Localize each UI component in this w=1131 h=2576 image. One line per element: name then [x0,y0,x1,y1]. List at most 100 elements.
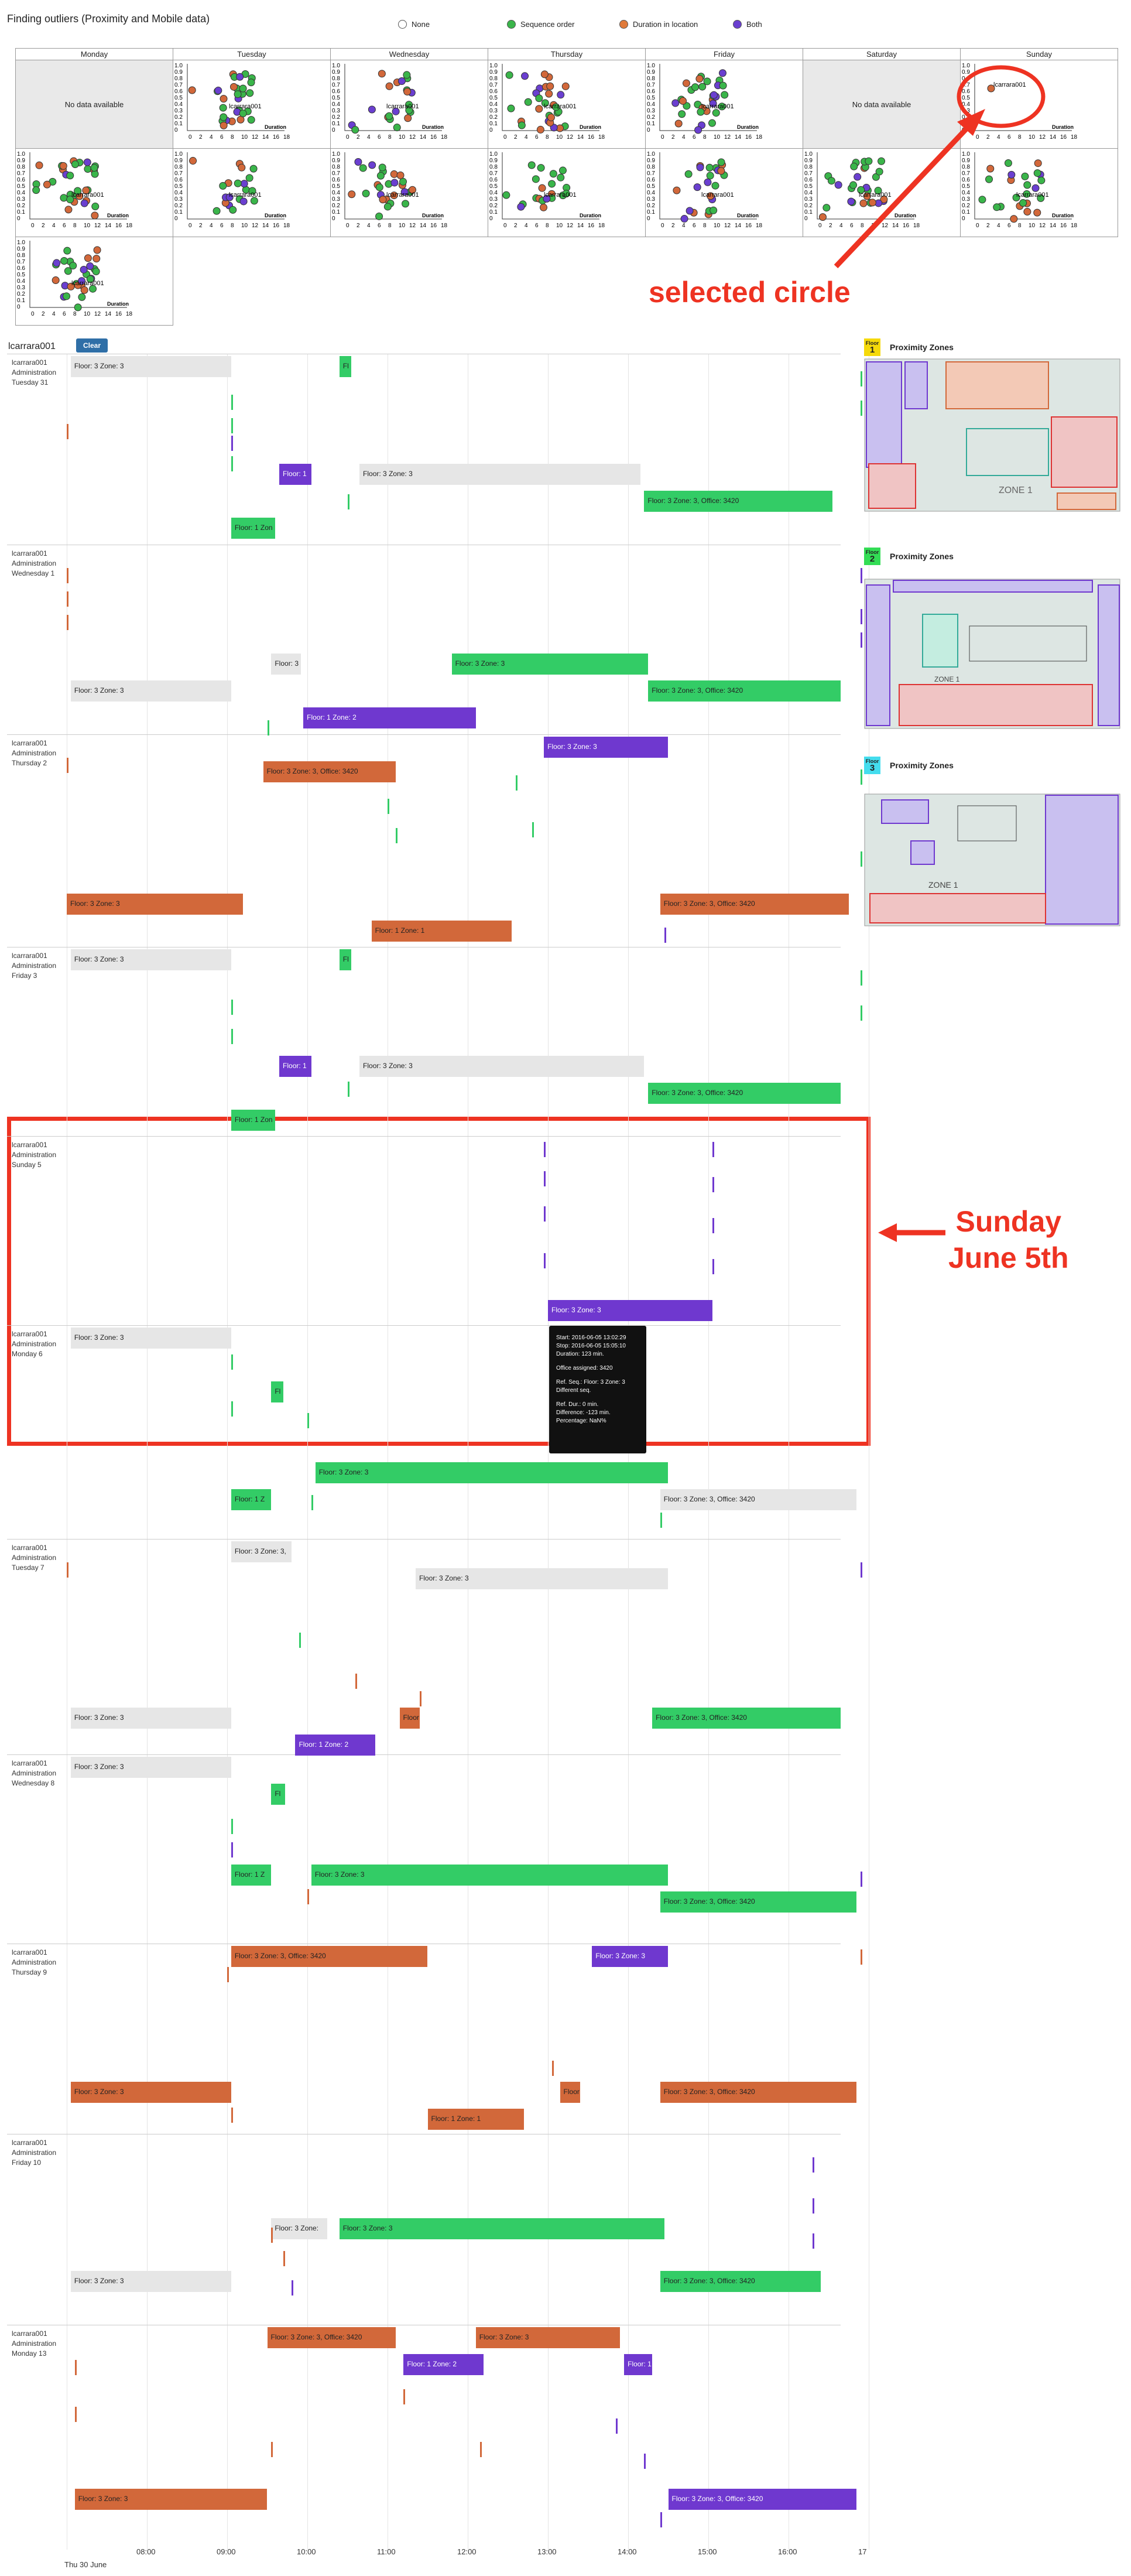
event-tick[interactable] [712,1218,714,1233]
floor-map[interactable]: ZONE 1 [864,776,1122,929]
event-tick[interactable] [861,568,863,583]
timeline-bar[interactable]: Floor: 3 Zone: 3, Office: 3420 [660,1891,857,1913]
event-tick[interactable] [861,851,863,867]
mini-scatter[interactable]: 1.00.90.80.70.60.50.40.30.20.10024681012… [15,237,173,326]
event-tick[interactable] [532,822,534,837]
event-tick[interactable] [231,1029,233,1044]
timeline-bar[interactable]: Floor: 3 Zone: 3 [315,1462,669,1483]
event-tick[interactable] [712,1177,714,1192]
event-tick[interactable] [74,2407,77,2422]
event-tick[interactable] [644,2454,646,2469]
event-tick[interactable] [861,1949,863,1965]
event-tick[interactable] [74,2360,77,2375]
timeline-bar[interactable]: Floor: 3 Zone: 3 [74,2489,268,2510]
event-tick[interactable] [861,1005,863,1021]
event-tick[interactable] [67,758,68,773]
timeline-bar[interactable]: Floor: 1 [279,464,311,485]
legend-duration[interactable]: Duration in location [619,20,698,29]
timeline-bar[interactable]: Floor: 3 Zone: 3 [70,356,231,377]
timeline-bar[interactable]: Floor: 3 Zone: 3 [70,2271,231,2292]
timeline-bar[interactable]: Floor: 1 Zon [231,1110,276,1131]
timeline-bar[interactable]: Floor: 3 Zone: 3 [311,1865,669,1886]
event-tick[interactable] [712,1259,714,1274]
timeline-bar[interactable]: Floor: 3 Zone: 3, Office: 3420 [660,2271,821,2292]
timeline-bar[interactable]: Floor: 3 Zone: [271,2218,328,2239]
legend-both[interactable]: Both [733,20,762,29]
timeline-bar[interactable]: Floor: 3 Zone: 3 [415,1568,669,1589]
event-tick[interactable] [544,1206,546,1222]
event-tick[interactable] [861,1562,863,1578]
event-tick[interactable] [311,1495,313,1510]
event-tick[interactable] [813,2233,815,2249]
event-tick[interactable] [861,632,863,648]
event-tick[interactable] [813,2198,815,2214]
timeline-bar[interactable]: Floor: 1 Z [231,1489,272,1510]
timeline-bar[interactable]: Floor: 3 Zone: 3, Office: 3420 [648,680,841,702]
timeline-bar[interactable]: Floor: 3 Zone: 3 [451,654,649,675]
timeline-bar[interactable]: Floor: 3 Zone: 3 [548,1300,712,1321]
timeline-bar[interactable]: Floor: 3 Zone: 3, Office: 3420 [668,2489,857,2510]
timeline-bar[interactable]: Floor: 1 Zon [231,518,276,539]
timeline-bar[interactable]: Floor: 1 Zone: 2 [403,2354,484,2375]
timeline-bar[interactable]: Floor: 3 Zone: 3 [70,2082,231,2103]
event-tick[interactable] [231,1000,233,1015]
event-tick[interactable] [231,436,233,451]
timeline-bar[interactable]: Floor: 3 Zone: 3, [231,1541,292,1562]
timeline-bar[interactable]: Floor: 1 [624,2354,653,2375]
timeline-bar[interactable]: Floor: 3 Zone: 3 [70,1708,231,1729]
event-tick[interactable] [660,2512,662,2527]
event-tick[interactable] [231,1401,233,1417]
event-tick[interactable] [307,1413,309,1428]
event-tick[interactable] [291,2280,293,2296]
event-tick[interactable] [231,1819,233,1834]
event-tick[interactable] [231,418,233,433]
mini-scatter[interactable]: 1.00.90.80.70.60.50.40.30.20.10024681012… [15,148,173,237]
timeline-bar[interactable]: Fl [339,949,352,970]
event-tick[interactable] [231,1354,233,1370]
timeline-bar[interactable]: Floor: 1 Z [231,1865,272,1886]
timeline-bar[interactable]: Floor: 3 Zone: 3, Office: 3420 [267,2327,396,2348]
timeline-bar[interactable]: Floor: 3 Zone: 3, Office: 3420 [660,894,849,915]
mini-scatter[interactable]: 1.00.90.80.70.60.50.40.30.20.10024681012… [488,148,646,237]
event-tick[interactable] [544,1253,546,1268]
event-tick[interactable] [67,424,68,439]
timeline-bar[interactable]: Floor [560,2082,580,2103]
event-tick[interactable] [616,2418,618,2434]
timeline-bar[interactable]: Floor: 3 Zone: 3 [339,2218,664,2239]
timeline-bar[interactable]: Floor: 1 [279,1056,311,1077]
event-tick[interactable] [861,401,863,416]
mini-scatter[interactable]: 1.00.90.80.70.60.50.40.30.20.10024681012… [173,60,331,149]
timeline-bar[interactable]: Floor: 3 Zone: 3, Office: 3420 [660,2082,857,2103]
clear-button[interactable]: Clear [76,338,108,353]
event-tick[interactable] [861,371,863,386]
event-tick[interactable] [419,1691,421,1706]
event-tick[interactable] [664,928,666,943]
event-tick[interactable] [67,1562,68,1578]
timeline-bar[interactable]: Fl [271,1784,285,1805]
event-tick[interactable] [355,1674,358,1689]
timeline-bar[interactable]: Floor [399,1708,420,1729]
timeline-bar[interactable]: Floor: 3 Zone: 3 [70,949,231,970]
timeline-bar[interactable]: Floor: 3 Zone: 3 [475,2327,621,2348]
timeline-bar[interactable]: Floor: 3 Zone: 3, Office: 3420 [648,1083,841,1104]
event-tick[interactable] [231,456,233,471]
legend-sequence[interactable]: Sequence order [507,20,575,29]
mini-scatter[interactable]: 1.00.90.80.70.60.50.40.30.20.10024681012… [173,148,331,237]
floor-map[interactable]: ZONE 1 [864,567,1122,731]
event-tick[interactable] [712,1142,714,1157]
event-tick[interactable] [347,494,349,509]
event-tick[interactable] [231,395,233,410]
event-tick[interactable] [861,609,863,624]
event-tick[interactable] [231,2108,233,2123]
event-tick[interactable] [347,1082,349,1097]
timeline-bar[interactable]: Floor: 1 Zone: 2 [295,1735,376,1756]
timeline-bar[interactable]: Floor: 3 Zone: 3, Office: 3420 [660,1489,857,1510]
timeline-bar[interactable]: Floor: 3 Zone: 3, Office: 3420 [231,1946,428,1967]
timeline-bar[interactable]: Floor: 3 Zone: 3, Office: 3420 [652,1708,841,1729]
event-tick[interactable] [395,828,397,843]
event-tick[interactable] [231,1842,233,1857]
timeline-bar[interactable]: Floor: 1 Zone: 2 [303,707,476,728]
timeline-bar[interactable]: Floor: 3 Zone: 3, Office: 3420 [644,491,833,512]
event-tick[interactable] [299,1633,301,1648]
event-tick[interactable] [516,775,518,791]
